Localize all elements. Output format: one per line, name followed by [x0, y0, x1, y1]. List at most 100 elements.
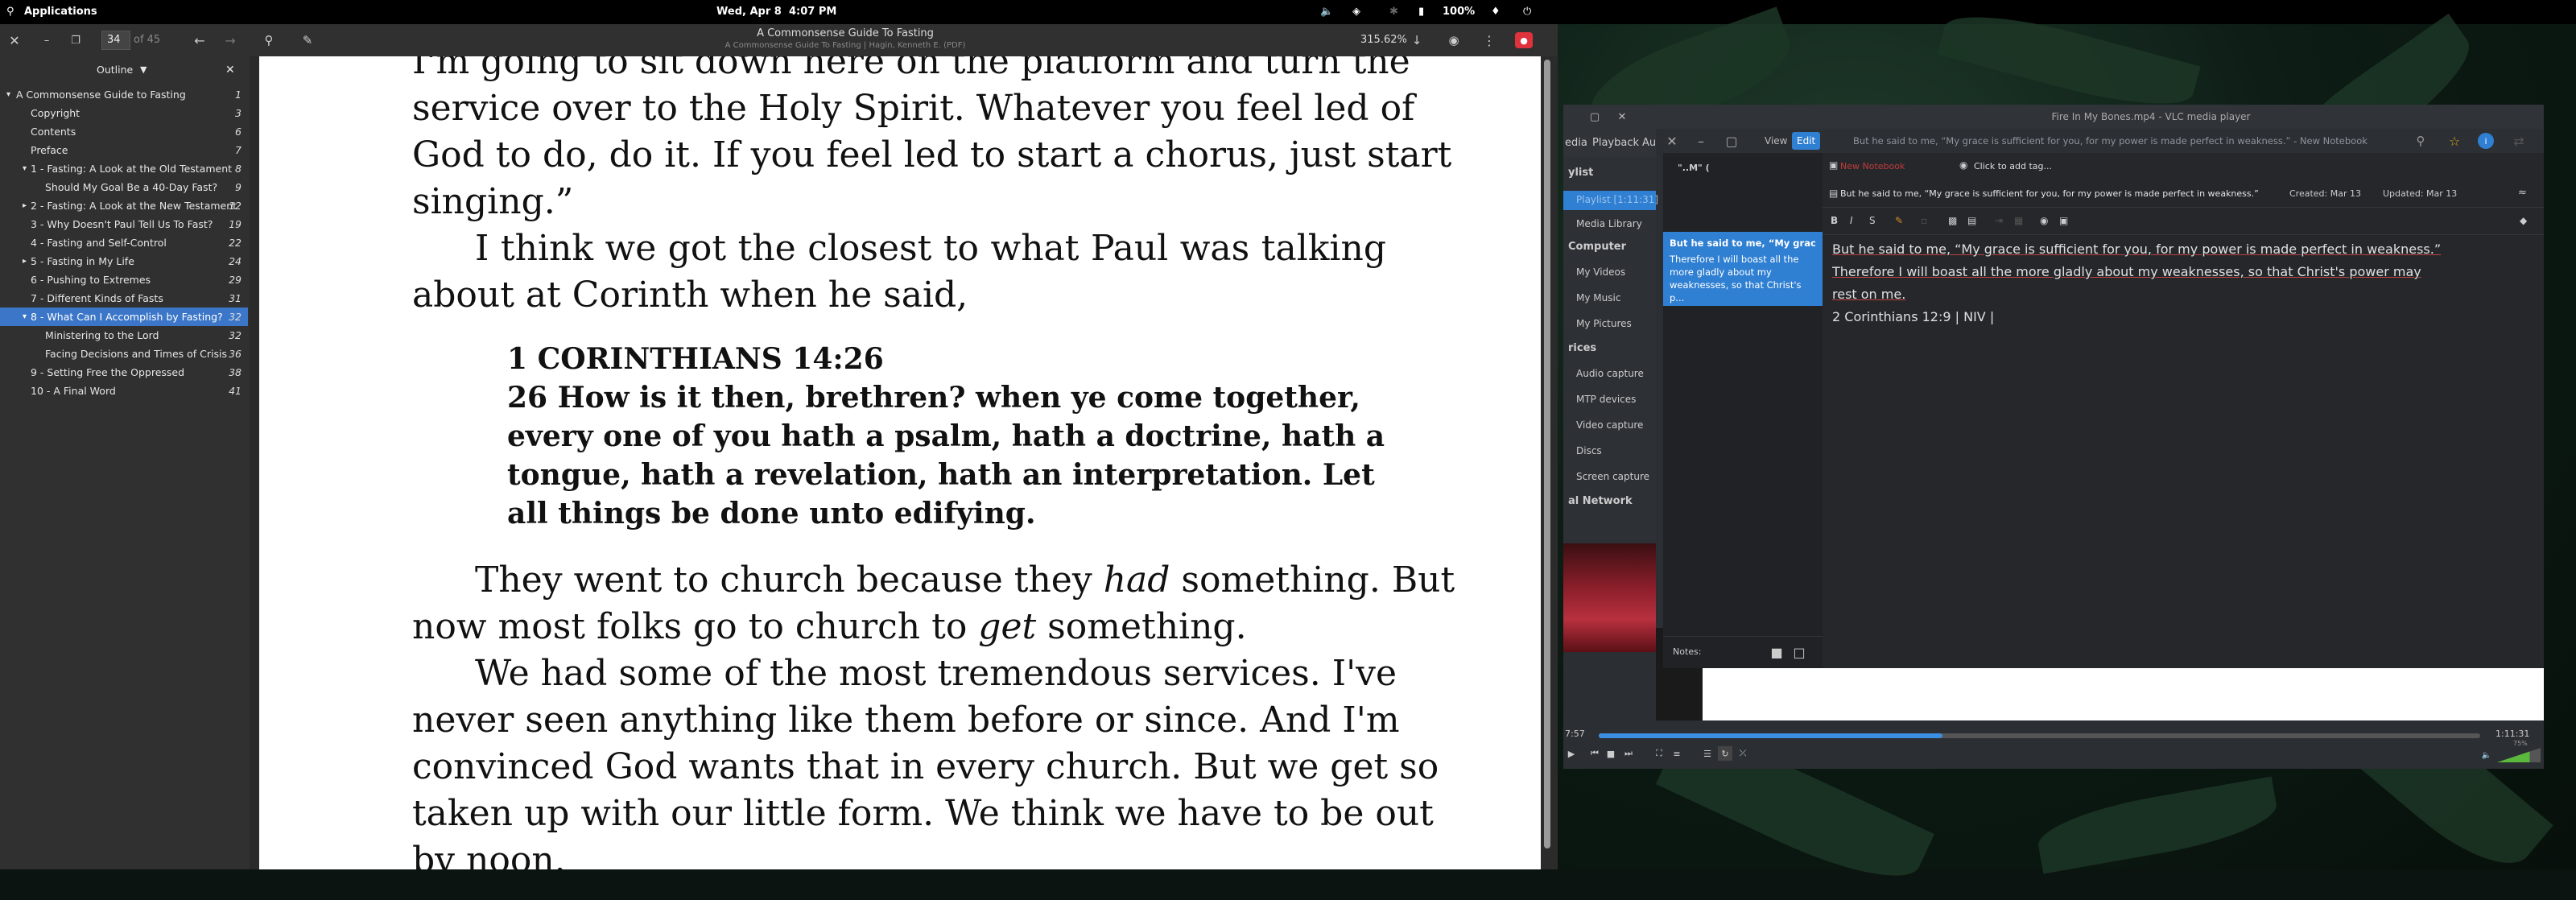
menu-view[interactable]: View — [1765, 135, 1787, 147]
annotate-pencil-icon[interactable]: ✎ — [299, 32, 316, 48]
view-eye-icon[interactable]: ◉ — [1446, 32, 1462, 48]
scrollbar-thumb[interactable] — [1544, 60, 1550, 848]
image-icon[interactable]: ▣ — [2059, 215, 2068, 226]
close-icon[interactable]: ✕ — [1615, 109, 1629, 124]
note-body-line[interactable]: rest on me. — [1832, 283, 1905, 306]
video-thumbnail[interactable] — [1563, 543, 1656, 652]
minimize-icon[interactable]: – — [39, 32, 55, 48]
note-title[interactable]: But he said to me, “My grace is sufficie… — [1840, 188, 2275, 199]
bluetooth-icon[interactable]: ✱ — [1389, 0, 1398, 24]
indent-icon[interactable]: ⇥ — [1995, 215, 2003, 226]
discs-item[interactable]: Discs — [1576, 445, 1602, 456]
vertical-scrollbar[interactable] — [1541, 56, 1558, 869]
applications-menu[interactable]: Applications — [24, 0, 97, 24]
bold-icon[interactable]: B — [1831, 215, 1838, 226]
menu-audio[interactable]: Au — [1642, 137, 1656, 149]
volume-icon[interactable]: 🔈 — [1320, 0, 1333, 24]
outline-item[interactable]: 7 - Different Kinds of Fasts 31 — [0, 289, 248, 308]
outline-item[interactable]: 10 - A Final Word 41 — [0, 382, 248, 400]
loop-icon[interactable]: ↻ — [1718, 746, 1732, 761]
outline-item[interactable]: ▾ A Commonsense Guide to Fasting 1 — [0, 85, 248, 104]
outline-item[interactable]: Copyright 3 — [0, 104, 248, 122]
restore-icon[interactable]: ❐ — [68, 32, 84, 48]
tag-input[interactable]: Click to add tag... — [1974, 161, 2052, 171]
new-note-icon[interactable]: □ — [1792, 645, 1806, 660]
forward-arrow-icon[interactable]: → — [222, 32, 238, 48]
back-arrow-icon[interactable]: ← — [192, 32, 208, 48]
search-icon[interactable]: ⚲ — [2412, 132, 2429, 150]
table-icon[interactable]: ▦ — [2014, 215, 2023, 226]
clock-time[interactable]: 4:07 PM — [789, 0, 836, 24]
kebab-menu-icon[interactable]: ⋮ — [1481, 32, 1497, 48]
collapsed-arrow-icon[interactable]: ▸ — [23, 196, 27, 215]
outline-item[interactable]: Facing Decisions and Times of Crisis 36 — [0, 345, 248, 363]
restore-icon[interactable]: ▢ — [1587, 109, 1602, 124]
playlist-toggle-icon[interactable]: ☰ — [1700, 746, 1715, 761]
clock-date[interactable]: Wed, Apr 8 — [716, 0, 782, 24]
next-icon[interactable]: ⏭ — [1621, 746, 1636, 761]
outline-item[interactable]: ▾ 8 - What Can I Accomplish by Fasting? 32 — [0, 308, 248, 326]
my-music-item[interactable]: My Music — [1576, 292, 1620, 303]
mtp-devices-item[interactable]: MTP devices — [1576, 394, 1636, 405]
outline-item[interactable]: 4 - Fasting and Self-Control 22 — [0, 233, 248, 252]
volume-slider[interactable]: 75% — [2497, 740, 2541, 762]
previous-icon[interactable]: ⏮ — [1587, 746, 1602, 761]
outline-item[interactable]: 9 - Setting Free the Oppressed 38 — [0, 363, 248, 382]
palette-icon[interactable]: ◉ — [2040, 215, 2048, 226]
playlist-item[interactable]: Playlist [1:11:31] — [1563, 191, 1658, 210]
stop-icon[interactable]: ■ — [1604, 746, 1618, 761]
note-list-item-selected[interactable]: But he said to me, “My grace i... Theref… — [1663, 232, 1823, 306]
trash-icon[interactable]: ■ — [1769, 645, 1784, 660]
volume-icon[interactable]: 🔈 — [2481, 749, 2492, 761]
italic-icon[interactable]: I — [1850, 215, 1853, 226]
my-videos-item[interactable]: My Videos — [1576, 266, 1625, 278]
numbered-list-icon[interactable]: ▤ — [1967, 215, 1976, 226]
info-icon[interactable]: i — [2478, 133, 2494, 149]
outline-item[interactable]: Ministering to the Lord 32 — [0, 326, 248, 345]
close-icon[interactable]: ✕ — [225, 56, 235, 84]
bullet-list-icon[interactable]: ▩ — [1948, 215, 1957, 226]
menu-media[interactable]: edia — [1565, 137, 1587, 149]
search-icon[interactable]: ⚲ — [6, 0, 14, 24]
notebook-icon[interactable]: ▣ — [1829, 159, 1838, 171]
video-capture-item[interactable]: Video capture — [1576, 419, 1643, 431]
strikethrough-icon[interactable]: S — [1869, 215, 1876, 226]
screen-capture-item[interactable]: Screen capture — [1576, 471, 1649, 482]
outline-item[interactable]: 3 - Why Doesn't Paul Tell Us To Fast? 19 — [0, 215, 248, 233]
star-icon[interactable]: ☆ — [2446, 132, 2463, 150]
code-icon[interactable]: ▫ — [1921, 215, 1927, 226]
zoom-level[interactable]: 315.62% — [1360, 34, 1407, 46]
sync-icon[interactable]: ⇄ — [2510, 132, 2528, 150]
outline-item[interactable]: ▾ 1 - Fasting: A Look at the Old Testamen… — [0, 159, 248, 178]
fullscreen-icon[interactable]: ⛶ — [1652, 746, 1666, 761]
wifi-icon[interactable]: ◈ — [1352, 0, 1360, 24]
menu-playback[interactable]: Playback — [1592, 137, 1639, 149]
outline-item[interactable]: ▸ 2 - Fasting: A Look at the New Testamen… — [0, 196, 248, 215]
chevron-down-icon[interactable]: ▼ — [140, 56, 147, 84]
outline-item[interactable]: ▸ 5 - Fasting in My Life 24 — [0, 252, 248, 270]
outline-item[interactable]: Contents 6 — [0, 122, 248, 141]
note-body-line[interactable]: But he said to me, “My grace is sufficie… — [1832, 238, 2441, 261]
record-icon[interactable]: ● — [1515, 32, 1533, 48]
zoom-down-arrow-icon[interactable]: ↓ — [1409, 32, 1425, 48]
seek-bar[interactable] — [1599, 733, 2480, 738]
media-library-item[interactable]: Media Library — [1576, 218, 1642, 229]
close-icon[interactable]: ✕ — [1665, 134, 1679, 149]
outline-item[interactable]: Preface 7 — [0, 141, 248, 159]
maximize-icon[interactable]: ▢ — [1724, 134, 1739, 149]
outline-item[interactable]: Should My Goal Be a 40-Day Fast? 9 — [0, 178, 248, 196]
notifications-icon[interactable]: ♦ — [1491, 0, 1501, 24]
shuffle-icon[interactable]: ⤫ — [1736, 746, 1750, 761]
note-body-line[interactable]: 2 Corinthians 12:9 | NIV | — [1832, 306, 1994, 328]
minimize-icon[interactable]: – — [1694, 134, 1708, 149]
wifi-sync-icon[interactable]: ≈ — [2518, 187, 2527, 199]
power-icon[interactable]: ⏻ — [1523, 0, 1531, 24]
diamond-icon[interactable]: ◆ — [2520, 215, 2527, 226]
page-number-input[interactable]: 34 — [101, 31, 130, 50]
close-icon[interactable]: ✕ — [6, 32, 23, 48]
document-page[interactable]: I'm going to sit down here on the platfo… — [259, 56, 1541, 869]
audio-capture-item[interactable]: Audio capture — [1576, 368, 1644, 379]
collapsed-arrow-icon[interactable]: ▸ — [23, 252, 27, 270]
play-icon[interactable]: ▶ — [1565, 746, 1578, 761]
expanded-arrow-icon[interactable]: ▾ — [23, 308, 27, 326]
